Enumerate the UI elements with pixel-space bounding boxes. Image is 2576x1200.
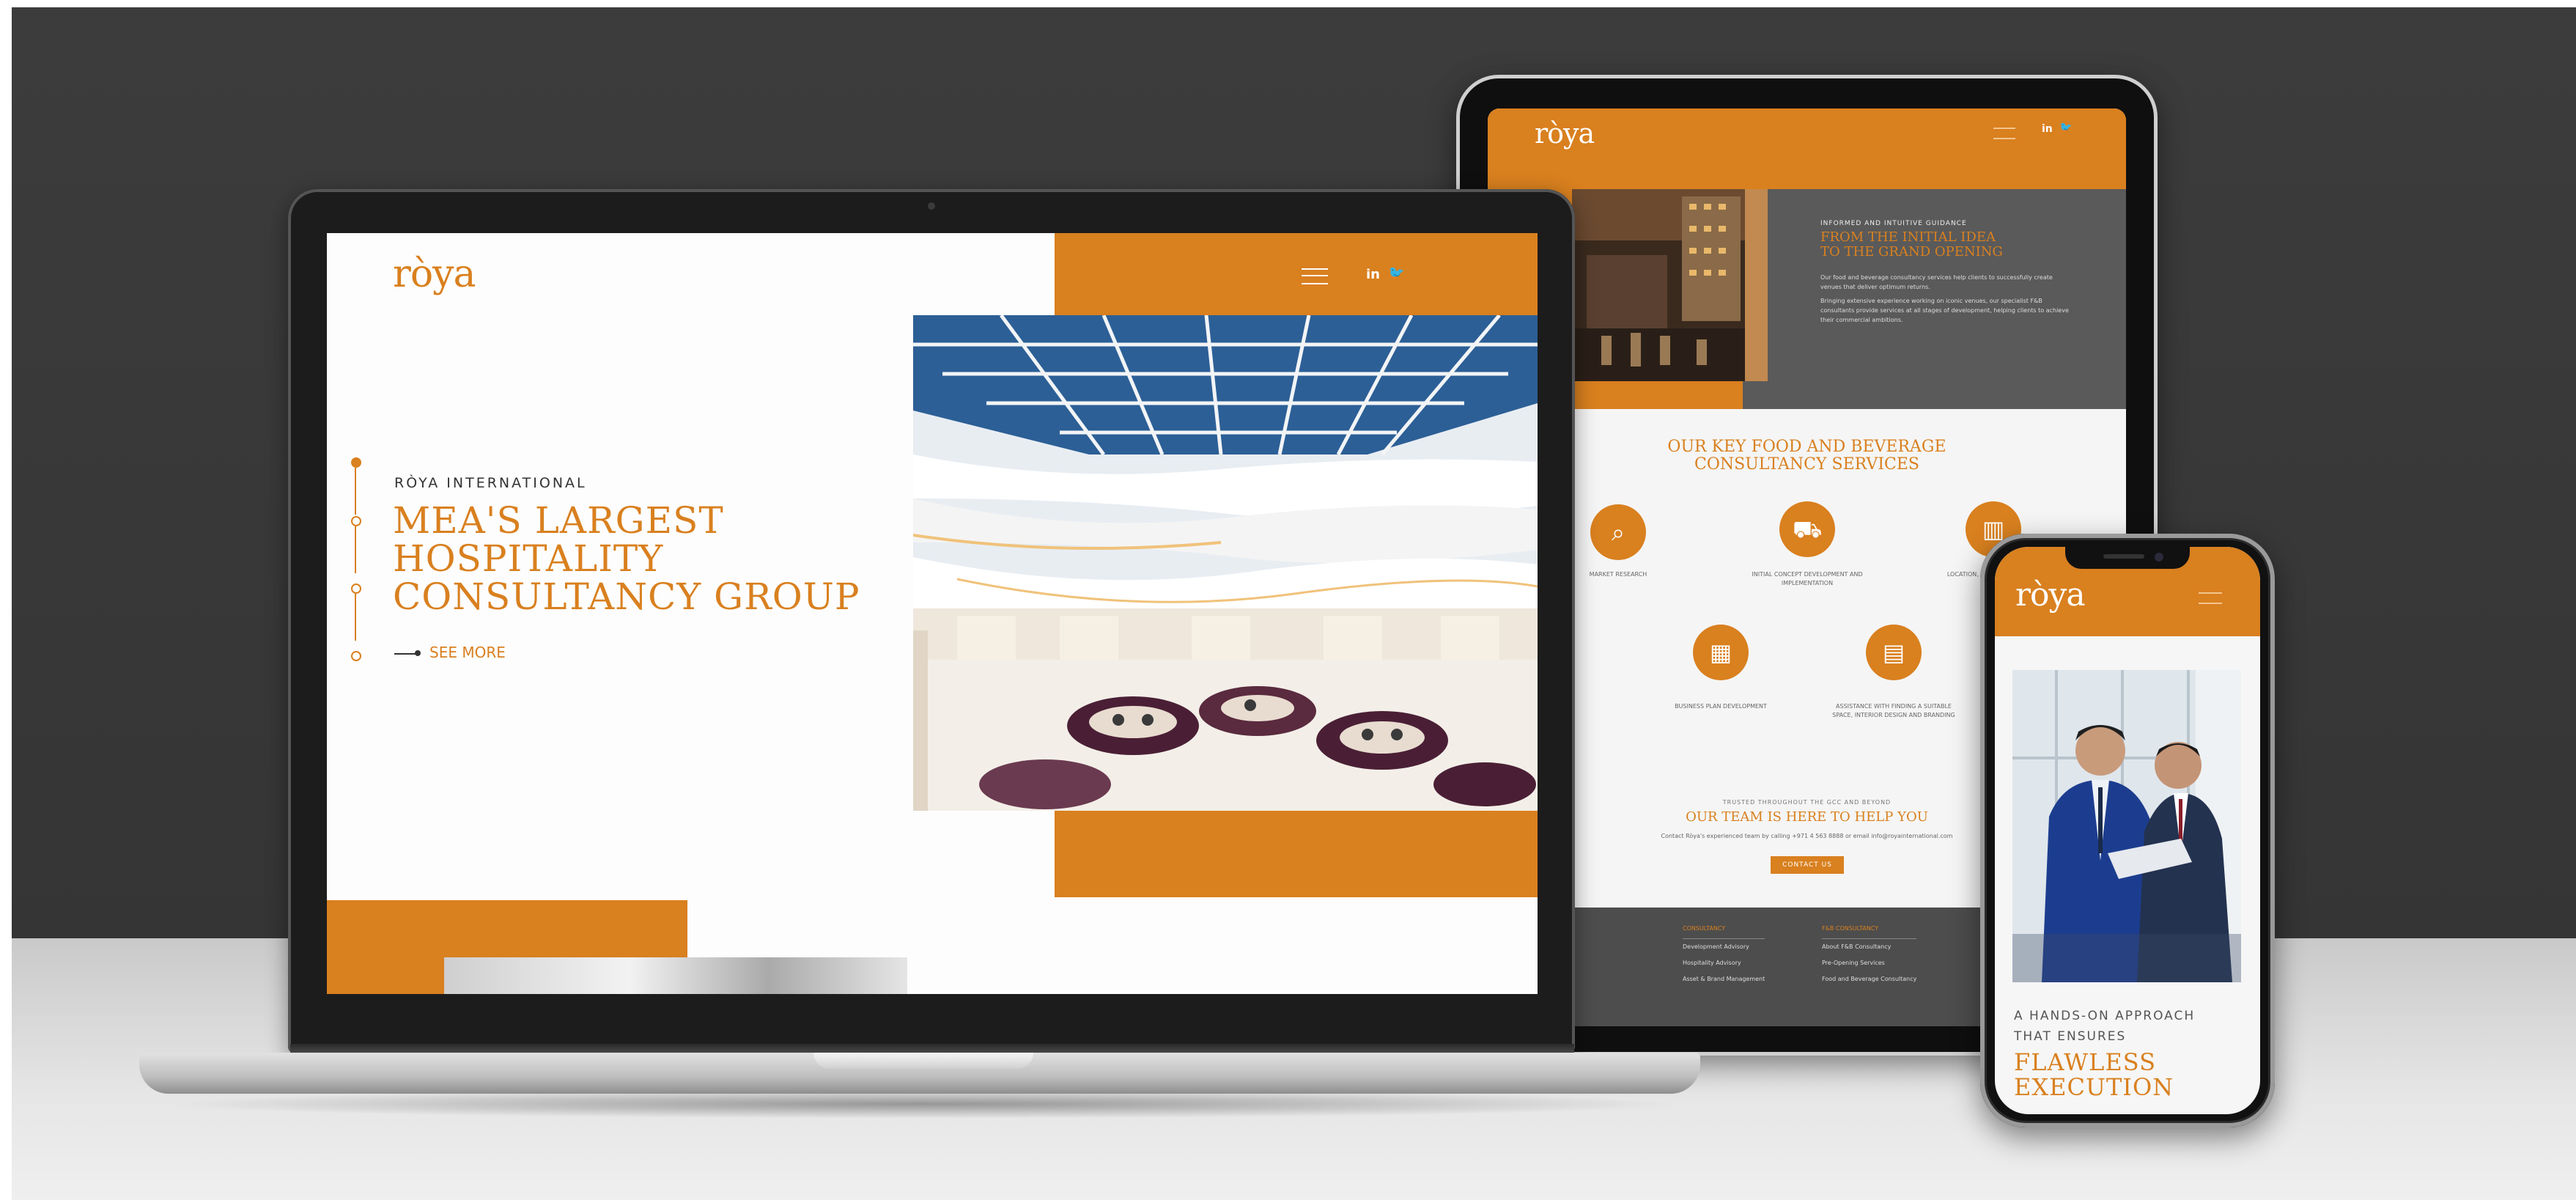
truck-icon: ⛟	[1779, 501, 1835, 557]
footer-link[interactable]: Asset & Brand Management	[1683, 971, 1765, 987]
left-border	[0, 0, 12, 1200]
footer-link[interactable]: About F&B Consultancy	[1822, 939, 1916, 955]
phone-screen: ròya A HANDS-ON APPROACH THAT ENSURES FL…	[1995, 547, 2260, 1114]
tablet-intro-paragraph-1: Our food and beverage consultancy servic…	[1820, 274, 2053, 290]
laptop-camera	[928, 202, 935, 210]
pager-line	[355, 468, 356, 515]
see-more-dot-icon	[415, 650, 421, 656]
tablet-intro-kicker: INFORMED AND INTUITIVE GUIDANCE	[1820, 220, 1967, 227]
pager-line	[355, 526, 356, 573]
phone-menu-icon[interactable]	[2199, 592, 2222, 604]
laptop-trackpad-notch	[813, 1053, 1033, 1069]
pager-line	[355, 594, 356, 641]
tablet-intro-text: Our food and beverage consultancy servic…	[1820, 273, 2070, 329]
tablet-twitter-icon[interactable]: 🐦	[2059, 122, 2072, 133]
business-meeting-photo	[2012, 670, 2241, 982]
footer-column-2: F&B CONSULTANCY About F&B Consultancy Pr…	[1822, 921, 1917, 987]
slide-dot-1[interactable]	[351, 457, 361, 468]
slide-dot-2[interactable]	[351, 516, 361, 526]
phone-title-line-1: FLAWLESS	[2014, 1048, 2157, 1076]
hero-title: MEA'S LARGEST HOSPITALITY CONSULTANCY GR…	[393, 501, 860, 616]
service-label-4: BUSINESS PLAN DEVELOPMENT	[1675, 703, 1767, 710]
tablet-services-title-line-1: OUR KEY FOOD AND BEVERAGE	[1667, 438, 1946, 456]
laptop-twitter-icon[interactable]: 🐦	[1388, 265, 1404, 281]
phone-title-line-2: EXECUTION	[2014, 1073, 2174, 1101]
tablet-services-title: OUR KEY FOOD AND BEVERAGE CONSULTANCY SE…	[1488, 438, 2126, 474]
phone-subtitle-line-1: A HANDS-ON APPROACH	[2014, 1009, 2196, 1023]
footer-link[interactable]: Food and Beverage Consultancy	[1822, 971, 1916, 987]
phone-subtitle: A HANDS-ON APPROACH THAT ENSURES	[2014, 1006, 2195, 1047]
device-mockup-scene: ròya in 🐦 INFORMED AND INTUITIVE GUIDANC…	[0, 0, 2576, 1200]
laptop-menu-icon[interactable]	[1302, 268, 1328, 284]
phone-camera	[2155, 553, 2163, 562]
hero-kicker: RÒYA INTERNATIONAL	[394, 475, 587, 491]
phone-speaker	[2103, 554, 2144, 559]
laptop-screen: ròya in 🐦 RÒYA INTERNATIONAL MEA'S LARGE…	[327, 233, 1538, 994]
footer-link[interactable]: Development Advisory	[1683, 939, 1765, 955]
footer-column-2-heading: F&B CONSULTANCY	[1822, 921, 1917, 939]
tablet-intro-paragraph-2: Bringing extensive experience working on…	[1820, 298, 2069, 323]
see-more-link[interactable]: SEE MORE	[429, 644, 506, 661]
tablet-intro-title: FROM THE INITIAL IDEA TO THE GRAND OPENI…	[1820, 230, 2003, 259]
phone-logo[interactable]: ròya	[2015, 576, 2086, 614]
slide-pager[interactable]	[349, 457, 363, 677]
atrium-photo	[913, 315, 1538, 811]
tablet-linkedin-icon[interactable]: in	[2042, 123, 2053, 135]
hero-title-line-2: HOSPITALITY	[393, 537, 664, 580]
laptop-linkedin-icon[interactable]: in	[1366, 267, 1380, 282]
contact-us-button[interactable]: CONTACT US	[1771, 856, 1844, 874]
hero-title-line-1: MEA'S LARGEST	[393, 499, 724, 542]
slide-dot-3[interactable]	[351, 584, 361, 594]
laptop-secondary-photo	[444, 957, 907, 994]
tablet-logo[interactable]: ròya	[1535, 117, 1595, 150]
laptop-shadow	[161, 1089, 1686, 1119]
slide-dot-4[interactable]	[351, 651, 361, 661]
service-label-5: ASSISTANCE WITH FINDING A SUITABLE SPACE…	[1832, 703, 1955, 718]
hero-title-line-3: CONSULTANCY GROUP	[393, 575, 860, 618]
footer-column-1: CONSULTANCY Development Advisory Hospita…	[1683, 921, 1765, 987]
phone-subtitle-line-2: THAT ENSURES	[2014, 1029, 2127, 1044]
tablet-menu-icon[interactable]	[1993, 128, 2015, 139]
service-label-2: INITIAL CONCEPT DEVELOPMENT AND IMPLEMEN…	[1752, 571, 1863, 586]
top-border	[0, 0, 2576, 7]
footer-link[interactable]: Pre-Opening Services	[1822, 955, 1916, 971]
laptop-orange-lower-block	[1055, 811, 1538, 897]
laptop-logo[interactable]: ròya	[393, 252, 476, 296]
restaurant-photo	[1572, 189, 1768, 381]
see-more-arrow-icon	[394, 653, 416, 655]
tablet-intro-title-line-1: FROM THE INITIAL IDEA	[1820, 229, 1996, 245]
footer-column-1-heading: CONSULTANCY	[1683, 921, 1765, 939]
building-icon: ▦	[1693, 625, 1749, 680]
office-icon: ▤	[1866, 625, 1922, 680]
laptop-orange-header-block	[1055, 233, 1538, 315]
phone-title: FLAWLESS EXECUTION	[2014, 1050, 2174, 1100]
magnifier-icon: ⌕	[1590, 504, 1646, 560]
tablet-services-title-line-2: CONSULTANCY SERVICES	[1694, 455, 1919, 474]
tablet-intro-title-line-2: TO THE GRAND OPENING	[1820, 244, 2003, 259]
footer-link[interactable]: Hospitality Advisory	[1683, 955, 1765, 971]
